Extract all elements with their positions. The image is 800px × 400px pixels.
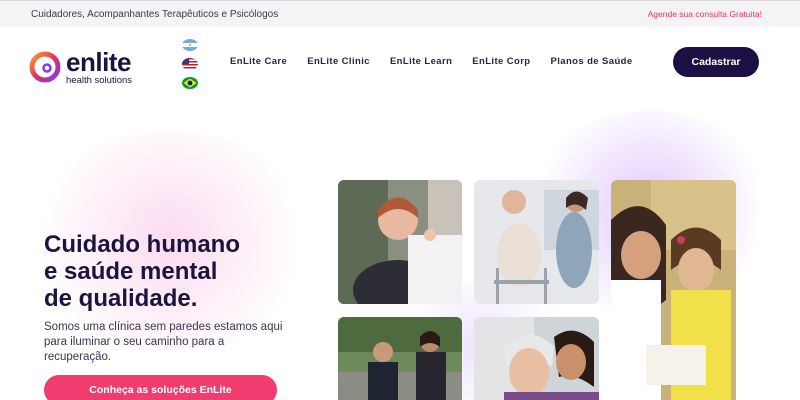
nav-item-enlite-clinic[interactable]: EnLite Clinic [307, 56, 370, 67]
nav-item-planos-de-saude[interactable]: Planos de Saúde [551, 56, 633, 67]
nav-item-enlite-corp[interactable]: EnLite Corp [472, 56, 530, 67]
hero-headline: Cuidado humano e saúde mental de qualida… [44, 231, 304, 312]
nav-item-enlite-learn[interactable]: EnLite Learn [390, 56, 452, 67]
discover-solutions-button[interactable]: Conheça as soluções EnLite [44, 375, 277, 400]
photo-mother-reading-with-daughter [611, 180, 736, 400]
register-button[interactable]: Cadastrar [673, 47, 759, 77]
photo-caregiver-feeding-elderly-woman [338, 180, 462, 304]
hero-headline-line-1: Cuidado humano [44, 231, 240, 258]
topbar-tagline: Cuidadores, Acompanhantes Terapêuticos e… [31, 8, 279, 20]
top-bar: Cuidadores, Acompanhantes Terapêuticos e… [0, 0, 800, 27]
main-header: enlite health solutions EnLite Care EnLi… [0, 27, 800, 101]
brand-logo[interactable]: enlite health solutions [29, 47, 159, 87]
hero-description: Somos uma clínica sem paredes estamos aq… [44, 321, 283, 363]
brand-subtitle: health solutions [66, 74, 133, 86]
enlite-logo-icon [29, 51, 61, 83]
photo-caregiver-with-man-outdoors [338, 317, 462, 400]
nav-item-enlite-care[interactable]: EnLite Care [230, 56, 287, 67]
hero-headline-line-3: de qualidade. [44, 285, 198, 312]
photo-caregiver-helping-elderly-man [474, 180, 599, 304]
schedule-consultation-link[interactable]: Agende sua consulta Gratuita! [648, 9, 762, 19]
language-selector [182, 39, 200, 96]
photo-caregiver-hugging-elderly-woman [474, 317, 599, 400]
brazil-flag-icon[interactable] [182, 77, 198, 89]
hero-section: Cuidado humano e saúde mental de qualida… [0, 101, 800, 400]
brand-name: enlite [66, 46, 131, 77]
argentina-flag-icon[interactable] [182, 39, 198, 51]
usa-flag-icon[interactable] [182, 58, 198, 70]
hero-headline-line-2: e saúde mental [44, 258, 218, 285]
main-navigation: EnLite Care EnLite Clinic EnLite Learn E… [230, 56, 653, 67]
